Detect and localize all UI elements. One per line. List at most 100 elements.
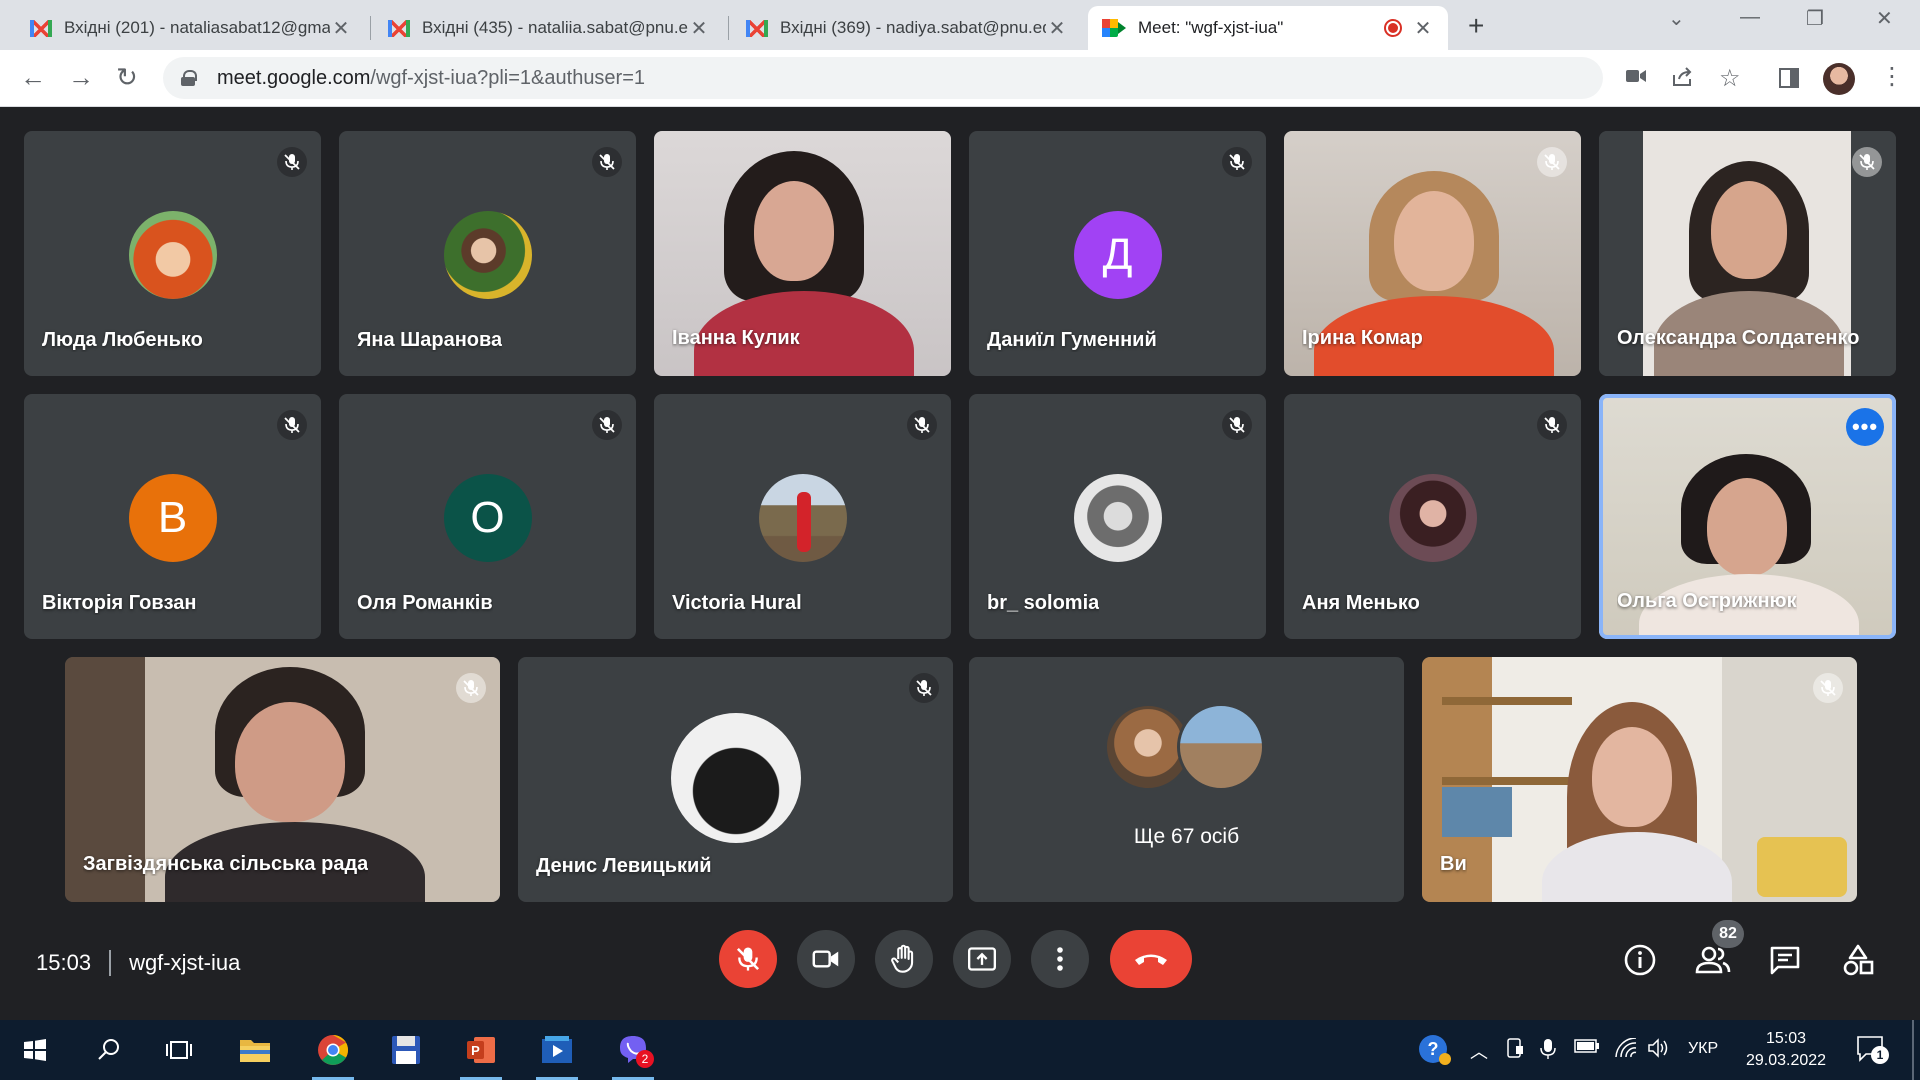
meeting-details-button[interactable] — [1620, 940, 1660, 980]
close-window-icon[interactable]: ✕ — [1876, 6, 1893, 31]
activities-button[interactable] — [1838, 940, 1878, 980]
wifi-tray-icon[interactable] — [1614, 1037, 1638, 1063]
save-app-button[interactable] — [375, 1020, 437, 1080]
mic-off-icon — [456, 673, 486, 703]
end-call-icon — [1135, 954, 1167, 965]
tab-gmail-2[interactable]: Вхідні (435) - nataliia.sabat@pnu.edu.ua… — [374, 6, 724, 50]
raise-hand-button[interactable] — [875, 930, 933, 988]
self-view-tile[interactable]: Ви — [1422, 657, 1857, 902]
viber-button[interactable]: 2 — [602, 1020, 664, 1080]
volume-tray-icon[interactable] — [1648, 1038, 1670, 1063]
toggle-mic-button[interactable] — [719, 930, 777, 988]
bookmark-star-icon[interactable]: ☆ — [1719, 64, 1741, 93]
search-button[interactable] — [78, 1020, 140, 1080]
side-panel-icon[interactable] — [1778, 65, 1800, 96]
gmail-icon — [30, 19, 52, 37]
show-hidden-icons[interactable]: ︿ — [1470, 1038, 1488, 1064]
microphone-icon — [1540, 1039, 1556, 1059]
participant-tile[interactable]: Іванна Кулик — [654, 131, 951, 376]
battery-tray-icon[interactable] — [1574, 1038, 1600, 1059]
present-screen-button[interactable] — [953, 930, 1011, 988]
meeting-code: wgf-xjst-iua — [129, 950, 241, 975]
lock-icon[interactable] — [181, 70, 197, 86]
forward-icon[interactable]: → — [68, 62, 94, 93]
back-icon[interactable]: ← — [20, 62, 46, 93]
start-button[interactable] — [4, 1020, 66, 1080]
participant-avatar: В — [128, 474, 217, 562]
self-video — [1422, 657, 1857, 902]
profile-avatar[interactable] — [1823, 63, 1855, 95]
chrome-button[interactable] — [302, 1020, 364, 1080]
participant-tile[interactable]: Ірина Комар — [1284, 131, 1581, 376]
task-view-button[interactable] — [148, 1020, 210, 1080]
more-options-button[interactable] — [1031, 930, 1089, 988]
video-app-button[interactable] — [526, 1020, 588, 1080]
participant-tile[interactable]: Д Даниїл Гуменний — [969, 131, 1266, 376]
more-vert-icon — [1057, 947, 1063, 971]
restore-icon[interactable]: ❐ — [1806, 6, 1824, 31]
more-options-button[interactable]: ••• — [1846, 408, 1884, 446]
help-tray-icon[interactable]: ? — [1418, 1034, 1452, 1071]
camera-icon — [812, 950, 839, 968]
vpn-tray-icon[interactable] — [1506, 1038, 1524, 1063]
url-input[interactable]: meet.google.com/wgf-xjst-iua?pli=1&authu… — [163, 57, 1741, 99]
more-participants-label: Ще 67 осіб — [1133, 825, 1240, 848]
close-tab-icon[interactable]: ✕ — [1046, 16, 1068, 41]
tab-divider — [370, 16, 371, 40]
taskbar-clock[interactable]: 15:03 29.03.2022 — [1740, 1028, 1832, 1072]
minimize-icon[interactable]: — — [1740, 6, 1760, 29]
self-name: Ви — [1440, 853, 1467, 875]
participant-tile-active-speaker[interactable]: ••• Ольга Острижнюк — [1599, 394, 1896, 639]
camera-icon[interactable] — [1625, 67, 1647, 91]
participant-tile[interactable]: Загвіздянська сільська рада — [65, 657, 500, 902]
svg-text:P: P — [471, 1043, 480, 1058]
close-tab-icon[interactable]: ✕ — [688, 16, 710, 41]
mic-off-icon — [1852, 147, 1882, 177]
participant-name: Олександра Солдатенко — [1617, 327, 1860, 349]
tab-gmail-3[interactable]: Вхідні (369) - nadiya.sabat@pnu.edu.ua ✕ — [732, 6, 1082, 50]
taskbar-date: 29.03.2022 — [1745, 1052, 1827, 1069]
chat-icon — [1770, 946, 1800, 975]
reload-icon[interactable]: ↻ — [116, 62, 138, 93]
participant-avatar — [1073, 474, 1162, 562]
mic-off-icon — [592, 147, 622, 177]
participant-name: Яна Шаранова — [357, 329, 503, 351]
info-icon — [1624, 944, 1656, 976]
participant-name: Victoria Hural — [672, 592, 802, 614]
new-tab-button[interactable]: + — [1468, 10, 1484, 42]
leave-call-button[interactable] — [1110, 930, 1192, 988]
participant-name: Оля Романків — [357, 592, 493, 614]
microphone-tray-icon[interactable] — [1540, 1038, 1556, 1065]
toggle-camera-button[interactable] — [797, 930, 855, 988]
participant-tile[interactable]: Яна Шаранова — [339, 131, 636, 376]
participant-name: Аня Менько — [1302, 592, 1420, 614]
video-app-icon — [542, 1036, 572, 1063]
participant-tile[interactable]: О Оля Романків — [339, 394, 636, 639]
participant-tile[interactable]: Аня Менько — [1284, 394, 1581, 639]
file-explorer-button[interactable] — [224, 1020, 286, 1080]
notifications-button[interactable]: 1 — [1856, 1034, 1889, 1069]
svg-text:?: ? — [1428, 1039, 1439, 1059]
browser-menu-icon[interactable]: ⋮ — [1880, 62, 1904, 91]
gmail-icon — [746, 19, 768, 37]
participant-tile[interactable]: br_ solomia — [969, 394, 1266, 639]
chat-button[interactable] — [1765, 940, 1805, 980]
tab-meet[interactable]: Meet: "wgf-xjst-iua" ✕ — [1088, 6, 1448, 50]
participants-count-badge: 82 — [1712, 920, 1744, 948]
participant-tile[interactable]: Victoria Hural — [654, 394, 951, 639]
participant-tile[interactable]: Люда Любенько — [24, 131, 321, 376]
tab-search-icon[interactable]: ⌄ — [1668, 6, 1685, 31]
share-icon[interactable] — [1671, 67, 1693, 93]
participant-tile[interactable]: Денис Левицький — [518, 657, 953, 902]
url-text: meet.google.com/wgf-xjst-iua?pli=1&authu… — [217, 67, 645, 90]
participant-tile[interactable]: В Вікторія Говзан — [24, 394, 321, 639]
show-desktop-button[interactable] — [1912, 1020, 1914, 1080]
close-tab-icon[interactable]: ✕ — [330, 16, 352, 41]
participant-tile[interactable]: Олександра Солдатенко — [1599, 131, 1896, 376]
tab-gmail-1[interactable]: Вхідні (201) - nataliasabat12@gmail.com … — [16, 6, 366, 50]
powerpoint-button[interactable]: P — [450, 1020, 512, 1080]
more-participants-tile[interactable]: Ще 67 осіб — [969, 657, 1404, 902]
participant-name: Загвіздянська сільська рада — [83, 853, 369, 875]
input-language[interactable]: УКР — [1688, 1040, 1718, 1058]
close-tab-icon[interactable]: ✕ — [1412, 16, 1434, 41]
